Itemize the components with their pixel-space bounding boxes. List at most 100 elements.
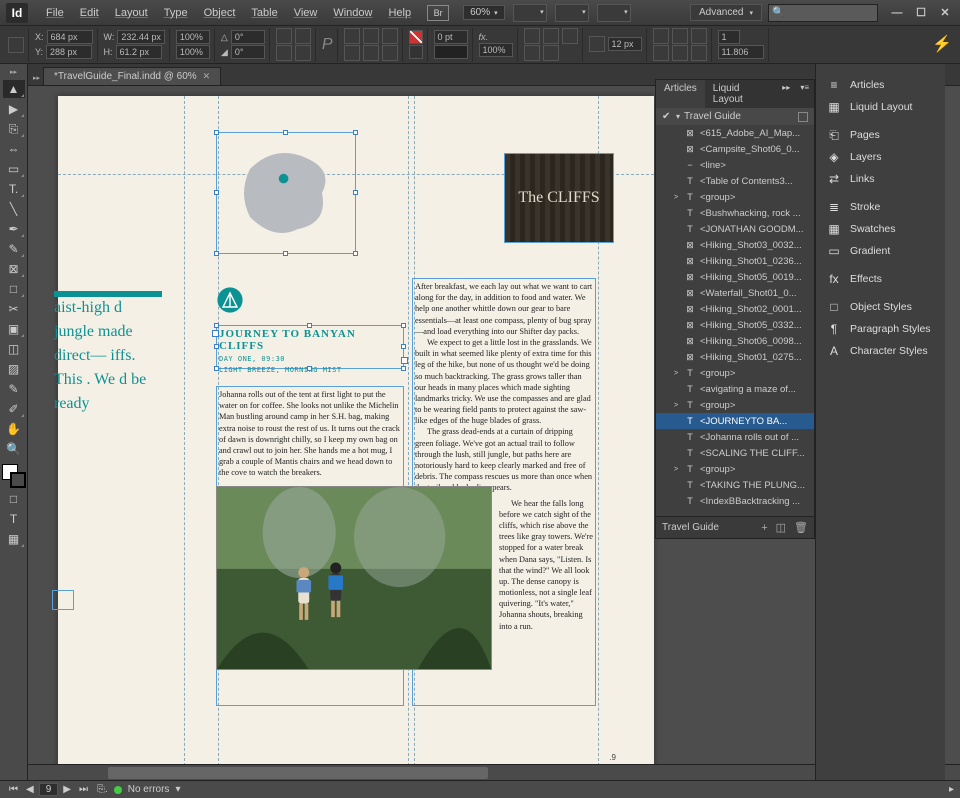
liquid-layout-tab[interactable]: Liquid Layout: [705, 80, 777, 108]
article-item[interactable]: T<TAKING THE PLUNG...: [656, 477, 814, 493]
overflow-frame[interactable]: [52, 590, 74, 610]
expand-icon[interactable]: >: [672, 402, 680, 409]
align-icon[interactable]: [691, 45, 707, 61]
open-icon[interactable]: ⎘.: [97, 784, 108, 795]
tab-list-icon[interactable]: ▸▸: [30, 71, 43, 85]
menu-help[interactable]: Help: [380, 7, 419, 19]
align-icon[interactable]: [672, 45, 688, 61]
wrap-icon[interactable]: [524, 28, 540, 44]
corner-radius-field[interactable]: 11.806: [718, 45, 764, 59]
article-item[interactable]: −<line>: [656, 157, 814, 173]
rectangle-tool[interactable]: □: [3, 280, 25, 298]
article-item[interactable]: ⊠<Hiking_Shot03_0032...: [656, 237, 814, 253]
article-item[interactable]: T<IndexBBacktracking ...: [656, 493, 814, 509]
gap-tool[interactable]: ⇔: [3, 140, 25, 158]
frame-fit-icon[interactable]: [363, 45, 379, 61]
stroke-weight-field[interactable]: 0 pt: [434, 30, 468, 44]
bridge-icon[interactable]: Br: [427, 5, 449, 21]
ref-point-icon[interactable]: [8, 37, 24, 53]
menu-table[interactable]: Table: [243, 7, 285, 19]
article-item[interactable]: T<JONATHAN GOODM...: [656, 221, 814, 237]
page-field[interactable]: 9: [39, 783, 59, 796]
menu-file[interactable]: File: [38, 7, 72, 19]
map-frame[interactable]: [216, 132, 356, 254]
dock-panel-stroke[interactable]: ≣Stroke: [816, 196, 945, 218]
menu-window[interactable]: Window: [325, 7, 380, 19]
article-item[interactable]: T<Bushwhacking, rock ...: [656, 205, 814, 221]
stroke-style-field[interactable]: [434, 45, 468, 59]
article-item[interactable]: >T<group>: [656, 365, 814, 381]
frame-fit-icon[interactable]: [382, 28, 398, 44]
article-item[interactable]: ⊠<Hiking_Shot01_0236...: [656, 253, 814, 269]
delete-article-icon[interactable]: 🗑: [794, 521, 808, 534]
scale-x-field[interactable]: 100%: [176, 30, 210, 44]
rotate-field[interactable]: 0°: [231, 30, 265, 44]
h-field[interactable]: 61.2 px: [116, 45, 162, 59]
gap-field[interactable]: 12 px: [608, 37, 642, 51]
article-item[interactable]: ⊠<Hiking_Shot05_0332...: [656, 317, 814, 333]
article-item[interactable]: T<SCALING THE CLIFF...: [656, 445, 814, 461]
dock-panel-gradient[interactable]: ▭Gradient: [816, 240, 945, 262]
menu-edit[interactable]: Edit: [72, 7, 107, 19]
article-item[interactable]: T<Johanna rolls out of ...: [656, 429, 814, 445]
frame-fit-icon[interactable]: [344, 45, 360, 61]
panel-menu-icon[interactable]: ▾≡: [795, 80, 814, 108]
align-icon[interactable]: [672, 28, 688, 44]
last-page-button[interactable]: ⏭: [76, 784, 91, 795]
screen-mode-icon[interactable]: [555, 4, 589, 22]
heading-frame[interactable]: JOURNEY TO BANYAN CLIFFS DAY ONE, 09:30L…: [216, 325, 404, 369]
eyedropper-tool[interactable]: ✐: [3, 400, 25, 418]
note-tool[interactable]: ✎: [3, 380, 25, 398]
line-tool[interactable]: ╲: [3, 200, 25, 218]
article-item[interactable]: T<JOURNEYTO BA...: [656, 413, 814, 429]
type-tool[interactable]: T.: [3, 180, 25, 198]
page-spread[interactable]: aist-high d jungle made direct— iffs. Th…: [58, 96, 654, 764]
arrange-icon[interactable]: [597, 4, 631, 22]
first-page-button[interactable]: ⏮: [6, 784, 21, 795]
article-item[interactable]: ⊠<Hiking_Shot05_0019...: [656, 269, 814, 285]
gradient-feather-tool[interactable]: ▨: [3, 360, 25, 378]
wrap-icon[interactable]: [543, 45, 559, 61]
dock-panel-liquid-layout[interactable]: ▦Liquid Layout: [816, 96, 945, 118]
wrap-icon[interactable]: [562, 28, 578, 44]
dock-panel-layers[interactable]: ◈Layers: [816, 146, 945, 168]
dock-panel-paragraph-styles[interactable]: ¶Paragraph Styles: [816, 318, 945, 340]
fx-icon[interactable]: fx.: [479, 32, 489, 42]
expand-icon[interactable]: >: [672, 194, 680, 201]
article-item[interactable]: ⊠<Waterfall_Shot01_0...: [656, 285, 814, 301]
article-item[interactable]: ⊠<Hiking_Shot06_0098...: [656, 333, 814, 349]
close-tab-icon[interactable]: ✕: [203, 71, 211, 82]
dock-panel-links[interactable]: ⇄Links: [816, 168, 945, 190]
x-field[interactable]: 684 px: [47, 30, 93, 44]
menu-layout[interactable]: Layout: [107, 7, 156, 19]
preflight-menu-icon[interactable]: ▾: [175, 784, 180, 795]
wrap-icon[interactable]: [524, 45, 540, 61]
dock-panel-effects[interactable]: fxEffects: [816, 268, 945, 290]
maximize-button[interactable]: ☐: [912, 6, 930, 20]
flip-h-icon[interactable]: [276, 45, 292, 61]
document-tab[interactable]: *TravelGuide_Final.indd @ 60%✕: [43, 67, 221, 85]
article-root[interactable]: ✔Travel Guide: [656, 108, 814, 125]
shear-field[interactable]: 0°: [231, 45, 265, 59]
stroke-color-icon[interactable]: [409, 45, 423, 59]
align-icon[interactable]: [653, 45, 669, 61]
screen-mode-icon[interactable]: ▦: [3, 530, 25, 548]
help-search[interactable]: 🔍: [768, 4, 878, 22]
page-tool[interactable]: ⎘: [3, 120, 25, 138]
dock-panel-articles[interactable]: ≡Articles: [816, 74, 945, 96]
close-button[interactable]: ✕: [936, 6, 954, 20]
article-item[interactable]: ⊠<Hiking_Shot01_0275...: [656, 349, 814, 365]
article-item[interactable]: ⊠<Hiking_Shot02_0001...: [656, 301, 814, 317]
zoom-tool[interactable]: 🔍: [3, 440, 25, 458]
hand-tool[interactable]: ✋: [3, 420, 25, 438]
align-icon[interactable]: [653, 28, 669, 44]
status-menu-icon[interactable]: ▸: [949, 784, 954, 795]
article-item[interactable]: >T<group>: [656, 189, 814, 205]
article-item[interactable]: >T<group>: [656, 461, 814, 477]
menu-view[interactable]: View: [286, 7, 326, 19]
add-article-icon[interactable]: +: [761, 522, 767, 534]
dock-panel-swatches[interactable]: ▦Swatches: [816, 218, 945, 240]
zoom-field[interactable]: 60%: [463, 5, 505, 20]
fill-stroke-icon[interactable]: [2, 464, 26, 488]
dock-panel-character-styles[interactable]: ACharacter Styles: [816, 340, 945, 362]
